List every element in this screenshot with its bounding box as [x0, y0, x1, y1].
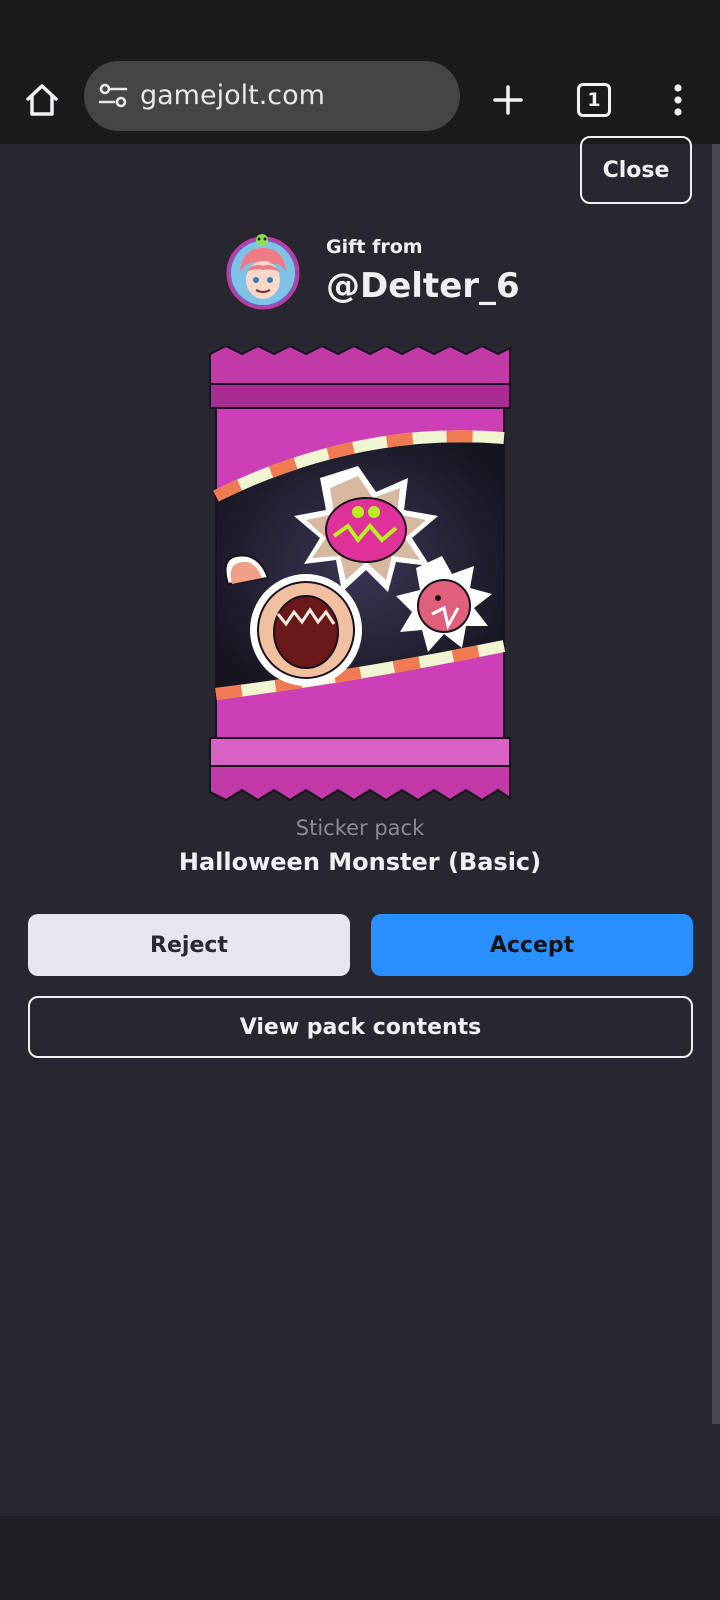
gift-from-label: Gift from — [326, 236, 423, 258]
browser-toolbar: gamejolt.com 1 — [0, 56, 720, 144]
more-vert-icon — [674, 84, 682, 116]
browser-menu-button[interactable] — [652, 74, 704, 126]
plus-icon — [493, 85, 523, 115]
close-button[interactable]: Close — [580, 136, 692, 204]
home-icon — [26, 84, 58, 116]
sender-avatar[interactable] — [226, 234, 300, 310]
url-text[interactable]: gamejolt.com — [140, 61, 325, 131]
accept-button[interactable]: Accept — [371, 914, 693, 976]
page-scrollbar[interactable] — [712, 144, 720, 1424]
pack-type-label: Sticker pack — [295, 816, 425, 840]
view-pack-contents-button[interactable]: View pack contents — [28, 996, 693, 1058]
sticker-pack-image — [209, 346, 511, 802]
tab-count: 1 — [587, 89, 601, 111]
tab-switcher-icon: 1 — [577, 83, 611, 117]
address-bar[interactable]: gamejolt.com — [84, 61, 460, 131]
home-button[interactable] — [16, 74, 68, 126]
new-tab-button[interactable] — [482, 74, 534, 126]
sender-username[interactable]: @Delter_6 — [326, 266, 520, 306]
navigation-bar-area — [0, 1516, 720, 1600]
reject-button[interactable]: Reject — [28, 914, 350, 976]
pack-name: Halloween Monster (Basic) — [178, 848, 542, 876]
status-bar — [0, 0, 720, 56]
tab-switcher-button[interactable]: 1 — [568, 74, 620, 126]
tune-icon[interactable] — [96, 79, 130, 113]
